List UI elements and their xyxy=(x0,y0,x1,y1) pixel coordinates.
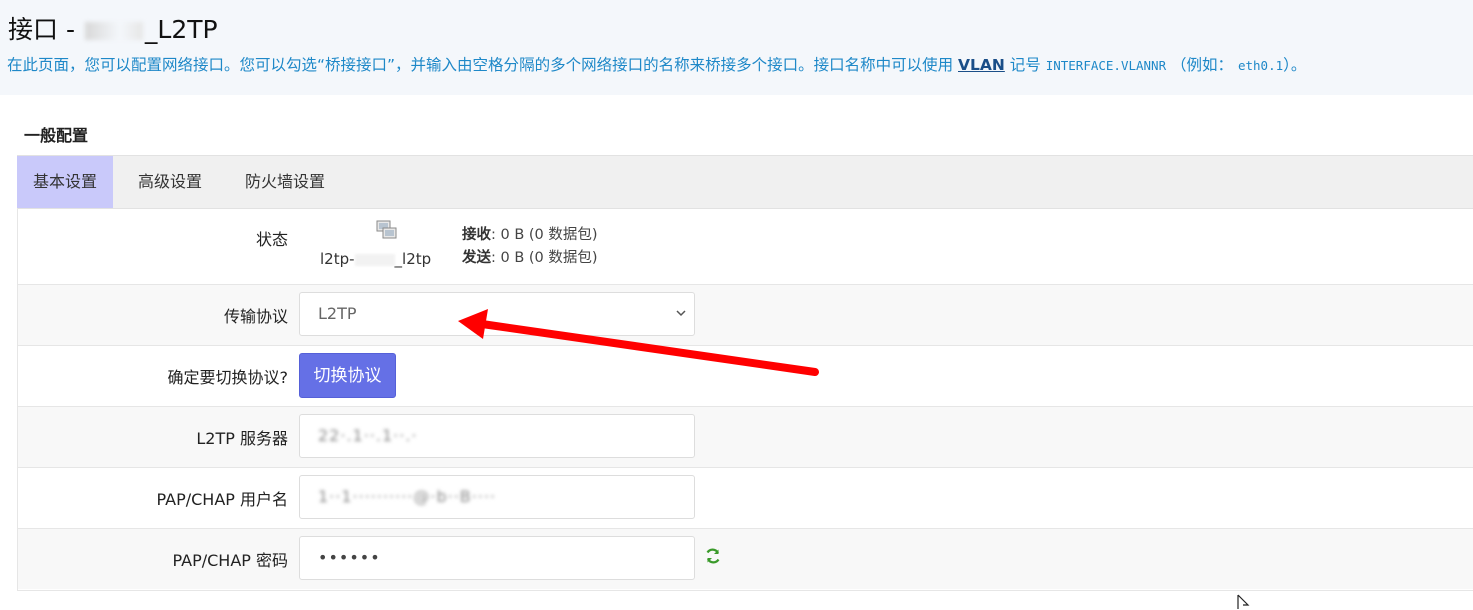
server-row: L2TP 服务器 22·.1··.1··.· xyxy=(18,407,1473,468)
redacted-title-part xyxy=(84,22,143,40)
tab-advanced-settings[interactable]: 高级设置 xyxy=(122,156,218,208)
username-label: PAP/CHAP 用户名 xyxy=(156,490,289,509)
redacted-device-part xyxy=(354,253,395,266)
mouse-cursor-icon xyxy=(1237,594,1250,609)
network-interface-icon xyxy=(376,220,397,239)
protocol-label: 传输协议 xyxy=(223,307,288,326)
traffic-stats: 接收: 0 B (0 数据包) 发送: 0 B (0 数据包) xyxy=(462,224,598,270)
password-label: PAP/CHAP 密码 xyxy=(172,551,289,570)
server-input[interactable]: 22·.1··.1··.· xyxy=(299,414,695,458)
page-header: 接口 - _L2TP 在此页面，您可以配置网络接口。您可以勾选“桥接接口”，并输… xyxy=(0,0,1473,95)
page: 接口 - _L2TP 在此页面，您可以配置网络接口。您可以勾选“桥接接口”，并输… xyxy=(0,0,1473,610)
tab-firewall-settings[interactable]: 防火墙设置 xyxy=(229,156,341,208)
protocol-select[interactable]: L2TP xyxy=(299,292,695,336)
page-description: 在此页面，您可以配置网络接口。您可以勾选“桥接接口”，并输入由空格分隔的多个网络… xyxy=(7,56,1307,74)
section-title: 一般配置 xyxy=(24,126,89,145)
protocol-row: 传输协议 L2TP xyxy=(18,285,1473,346)
username-input[interactable]: 1··1··········@·b··B···· xyxy=(299,475,695,519)
switch-protocol-button[interactable]: 切换协议 xyxy=(299,353,396,398)
reveal-password-icon[interactable] xyxy=(704,547,722,565)
password-input[interactable]: •••••• xyxy=(299,536,695,580)
server-label: L2TP 服务器 xyxy=(196,429,288,448)
tx-stat: 发送: 0 B (0 数据包) xyxy=(462,250,598,266)
vlan-link[interactable]: VLAN xyxy=(958,56,1005,74)
rx-stat: 接收: 0 B (0 数据包) xyxy=(462,227,598,243)
chevron-down-icon xyxy=(676,310,686,317)
settings-form: 状态 l2tp- _l2tp 接收: 0 B (0 数据包) 发送: 0 B (0… xyxy=(17,208,1473,591)
username-row: PAP/CHAP 用户名 1··1··········@·b··B···· xyxy=(18,468,1473,529)
switch-protocol-row: 确定要切换协议? 切换协议 xyxy=(18,346,1473,407)
status-row: 状态 l2tp- _l2tp 接收: 0 B (0 数据包) 发送: 0 B (0… xyxy=(18,208,1473,285)
status-label: 状态 xyxy=(255,230,288,249)
tab-bar: 基本设置 高级设置 防火墙设置 xyxy=(17,155,1473,209)
example-code: eth0.1 xyxy=(1237,58,1284,73)
switch-protocol-label: 确定要切换协议? xyxy=(167,368,289,387)
interface-device-name: l2tp- _l2tp xyxy=(320,250,432,268)
password-row: PAP/CHAP 密码 •••••• xyxy=(18,529,1473,589)
page-title: 接口 - _L2TP xyxy=(8,15,218,44)
vlan-notation-code: INTERFACE.VLANNR xyxy=(1045,58,1167,73)
tab-basic-settings[interactable]: 基本设置 xyxy=(17,156,114,208)
